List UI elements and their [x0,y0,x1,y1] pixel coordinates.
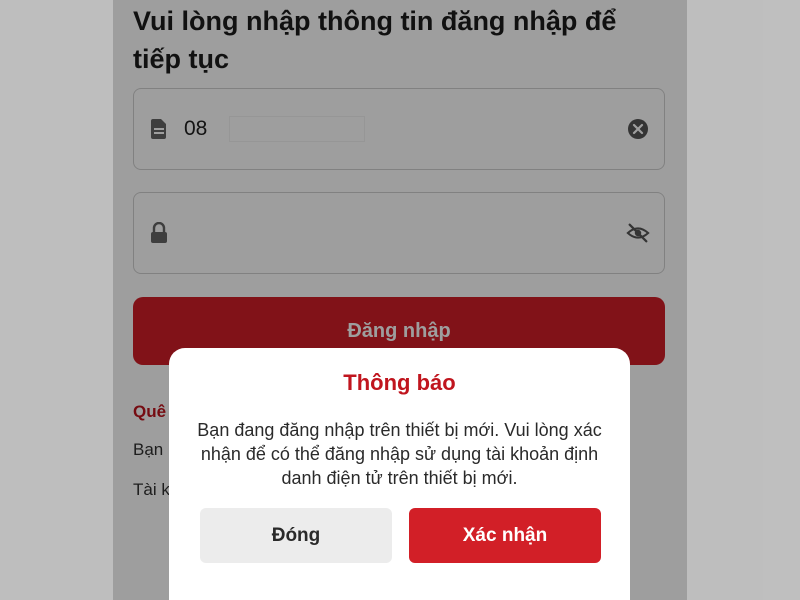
dialog-title: Thông báo [343,370,456,395]
notification-dialog: Thông báo Bạn đang đăng nhập trên thiết … [169,348,630,600]
dialog-message: Bạn đang đăng nhập trên thiết bị mới. Vu… [197,420,602,488]
close-button[interactable]: Đóng [200,508,392,563]
confirm-button[interactable]: Xác nhận [409,508,601,563]
